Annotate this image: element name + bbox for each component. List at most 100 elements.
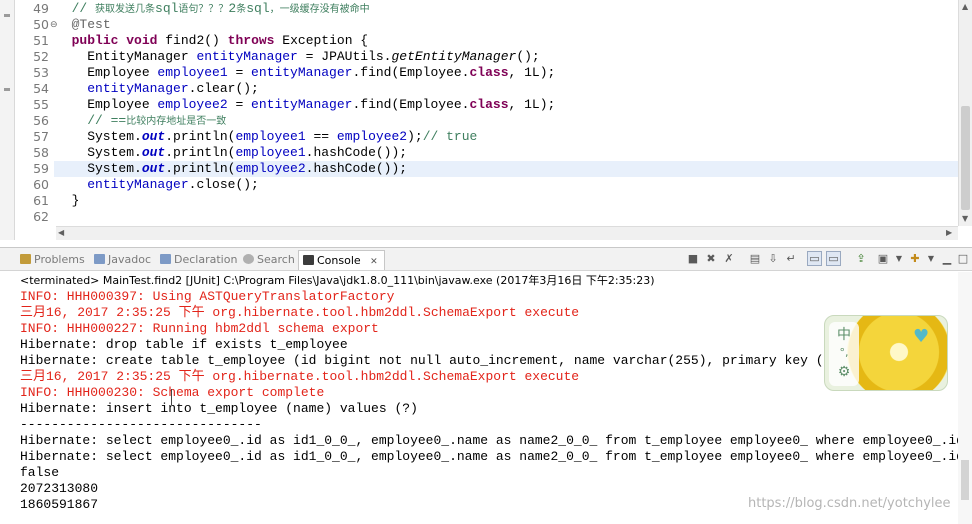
tab-label: Javadoc (108, 253, 151, 266)
show-console-on-stderr-icon[interactable]: ▭ (826, 251, 841, 266)
problems-icon (20, 254, 31, 264)
line-number: 58 (33, 145, 49, 160)
scroll-up-icon[interactable]: ▲ (962, 2, 968, 11)
code-token: 语句？？？ (178, 4, 229, 15)
code-line[interactable]: // ==比较内存地址是否一致 (56, 113, 226, 129)
tab-label: Problems (34, 253, 85, 266)
code-token: out (141, 161, 166, 176)
console-line: INFO: HHH000227: Running hbm2ddl schema … (20, 321, 379, 336)
code-token: public (71, 33, 119, 48)
code-line[interactable]: EntityManager entityManager = JPAUtils.g… (56, 49, 540, 65)
console-line: INFO: HHH000397: Using ASTQueryTranslato… (20, 289, 395, 304)
javadoc-icon (94, 254, 105, 264)
code-token: @Test (71, 17, 111, 32)
code-token: .println( (165, 145, 236, 160)
display-selected-console-icon[interactable]: ▣ (876, 252, 890, 266)
word-wrap-icon[interactable]: ↵ (784, 252, 798, 266)
clear-console-icon[interactable]: ▤ (748, 252, 762, 266)
code-token: employee2 (157, 97, 228, 112)
tab-problems[interactable]: Problems (20, 251, 85, 268)
code-line[interactable]: } (56, 193, 80, 209)
code-token: // true (422, 129, 478, 144)
terminate-icon[interactable]: ✖ (704, 252, 718, 266)
editor-scroll-thumb[interactable] (961, 106, 970, 210)
show-console-on-stdout-icon[interactable]: ▭ (807, 251, 822, 266)
code-token: (); (516, 49, 540, 64)
tab-search[interactable]: Search (243, 251, 295, 268)
open-console-icon[interactable]: ✚ (908, 252, 922, 266)
code-line[interactable]: entityManager.clear(); (56, 81, 259, 97)
console-vertical-scrollbar[interactable] (958, 272, 972, 524)
code-token: entityManager (87, 177, 189, 192)
tab-declaration[interactable]: Declaration (160, 251, 237, 268)
code-line[interactable]: System.out.println(employee1.hashCode())… (56, 145, 407, 161)
code-token: .clear(); (188, 81, 259, 96)
chevron-down-icon[interactable]: ▼ (892, 252, 906, 266)
scroll-down-icon[interactable]: ▼ (962, 214, 968, 223)
code-token: 条 (236, 4, 247, 15)
line-number-gutter: 49 50 ⊖ 51 52 53 54 55 56 57 58 59 60 61 62 (15, 0, 58, 226)
ime-floating-widget[interactable]: 中 °, ⚙ ♥ (824, 315, 948, 391)
code-token: // (71, 1, 96, 16)
code-token: find2() (157, 33, 228, 48)
code-token: class (469, 97, 509, 112)
code-token: .println( (165, 129, 236, 144)
code-line[interactable]: @Test (56, 17, 111, 33)
line-number: 60 (33, 177, 49, 192)
editor-left-strip (0, 0, 15, 240)
strip-marker (4, 88, 10, 91)
tab-javadoc[interactable]: Javadoc (94, 251, 151, 268)
editor-vertical-scrollbar[interactable]: ▲ ▼ (958, 0, 972, 226)
tab-label: Console (317, 254, 361, 267)
current-code-line[interactable]: System.out.println(employee2.hashCode())… (54, 161, 958, 177)
editor-horizontal-scrollbar[interactable]: ◀ ▶ (56, 226, 958, 240)
tab-label: Declaration (174, 253, 238, 266)
maximize-icon[interactable]: □ (956, 252, 970, 266)
ime-punctuation-icon[interactable]: °, (829, 346, 859, 359)
console-line: Hibernate: drop table if exists t_employ… (20, 337, 348, 352)
code-line[interactable]: System.out.println(employee1 == employee… (56, 129, 477, 145)
console-line: false (20, 465, 60, 480)
code-token: System. (56, 145, 142, 160)
gear-icon[interactable]: ⚙ (829, 364, 859, 380)
code-token: employee2 (336, 129, 408, 144)
code-token: employee1 (235, 145, 306, 160)
close-tab-icon[interactable]: ✕ (370, 257, 378, 267)
code-line[interactable]: entityManager.close(); (56, 177, 259, 193)
code-token: EntityManager (56, 49, 197, 64)
java-editor[interactable]: 49 50 ⊖ 51 52 53 54 55 56 57 58 59 60 61 62 // 获取发送几条s… (0, 0, 972, 240)
code-line[interactable]: // 获取发送几条sql语句？？？2条sql，一级缓存没有被命中 (56, 1, 370, 17)
scroll-lock-icon[interactable]: ⇩ (766, 252, 780, 266)
code-token: employee1 (235, 129, 306, 144)
code-token: Employee (56, 97, 158, 112)
code-token: .hashCode()); (305, 145, 408, 160)
code-token: entityManager (196, 49, 298, 64)
code-area[interactable]: // 获取发送几条sql语句？？？2条sql，一级缓存没有被命中 @Test p… (54, 0, 958, 226)
scroll-right-icon[interactable]: ▶ (946, 228, 952, 237)
ime-chinese-icon[interactable]: 中 (829, 324, 859, 344)
code-token: getEntityManager (391, 49, 517, 64)
panel-tab-bar: Problems Javadoc Declaration Search Cons… (0, 248, 972, 271)
tab-console[interactable]: Console ✕ (298, 250, 385, 270)
scroll-left-icon[interactable]: ◀ (58, 228, 64, 237)
code-line[interactable]: Employee employee1 = entityManager.find(… (56, 65, 555, 81)
console-line: 2072313080 (20, 481, 99, 496)
console-scroll-thumb[interactable] (961, 460, 969, 500)
chevron-down-icon[interactable]: ▼ (924, 252, 938, 266)
stop-square-icon[interactable]: ■ (686, 252, 700, 266)
code-token: == (305, 129, 337, 144)
console-line: Hibernate: insert into t_employee (name)… (20, 401, 418, 416)
code-token: sql (246, 1, 270, 16)
minimize-icon[interactable]: ▁ (940, 252, 954, 266)
pin-console-icon[interactable]: ⇪ (854, 252, 868, 266)
code-line[interactable]: Employee employee2 = entityManager.find(… (56, 97, 555, 113)
remove-all-terminated-icon[interactable]: ✗ (722, 252, 736, 266)
code-token: = (227, 65, 252, 80)
line-number: 52 (33, 49, 49, 64)
code-line[interactable]: public void find2() throws Exception { (56, 33, 369, 49)
code-token: entityManager (251, 65, 353, 80)
code-token: out (141, 145, 166, 160)
code-token: } (56, 193, 80, 208)
